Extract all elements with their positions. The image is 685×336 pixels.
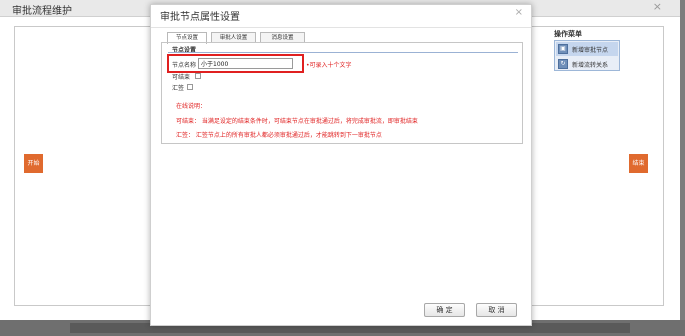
dialog-title: 审批节点属性设置: [160, 12, 240, 23]
cancel-button[interactable]: 取 消: [476, 303, 517, 317]
node-name-hint: •可录入十个文字: [306, 62, 352, 69]
dialog-close-icon[interactable]: ×: [515, 7, 523, 18]
window-close-icon[interactable]: ×: [653, 0, 662, 13]
operation-menu-list: ▣ 新增审批节点 ↻ 新增流转关系: [554, 40, 620, 71]
confirm-button[interactable]: 确 定: [424, 303, 465, 317]
node-name-input[interactable]: [198, 58, 293, 69]
group-divider: [168, 52, 518, 53]
add-flow-relation-item[interactable]: ↻ 新增流转关系: [556, 57, 618, 71]
add-approval-node-item[interactable]: ▣ 新增审批节点: [556, 42, 618, 56]
online-notes-title: 在线说明：: [176, 103, 207, 110]
note-countersign: 汇签： 汇签节点上的所有审批人都必须审批通过后，才能跳转到下一审批节点: [176, 132, 382, 139]
add-flow-relation-label: 新增流转关系: [572, 61, 609, 69]
operation-menu: 操作菜单 ▣ 新增审批节点 ↻ 新增流转关系: [554, 26, 629, 72]
node-name-label: 节点名称: [172, 62, 197, 69]
operation-menu-title: 操作菜单: [554, 30, 582, 38]
node-settings-panel: 节点设置 节点名称 •可录入十个文字 可结束 汇签 在线说明： 可结束： 当满足…: [161, 42, 523, 144]
start-node[interactable]: 开始: [24, 154, 43, 173]
window-title: 审批流程维护: [12, 6, 72, 17]
note-can-end: 可结束： 当满足设定的结束条件时，可结束节点在审批通过后，将完成审批流，即审批结…: [176, 118, 418, 125]
link-icon: ↻: [558, 59, 568, 69]
dialog-divider: [151, 27, 531, 28]
node-icon: ▣: [558, 44, 568, 54]
countersign-label: 汇签: [172, 85, 185, 92]
can-end-label: 可结束: [172, 74, 191, 81]
end-node[interactable]: 结束: [629, 154, 648, 173]
node-properties-dialog: 审批节点属性设置 × 节点设置 审批人设置 消息设置 节点设置 节点名称 •可录…: [150, 4, 532, 326]
can-end-checkbox[interactable]: [195, 73, 201, 79]
countersign-checkbox[interactable]: [187, 84, 193, 90]
add-approval-node-label: 新增审批节点: [572, 46, 609, 54]
